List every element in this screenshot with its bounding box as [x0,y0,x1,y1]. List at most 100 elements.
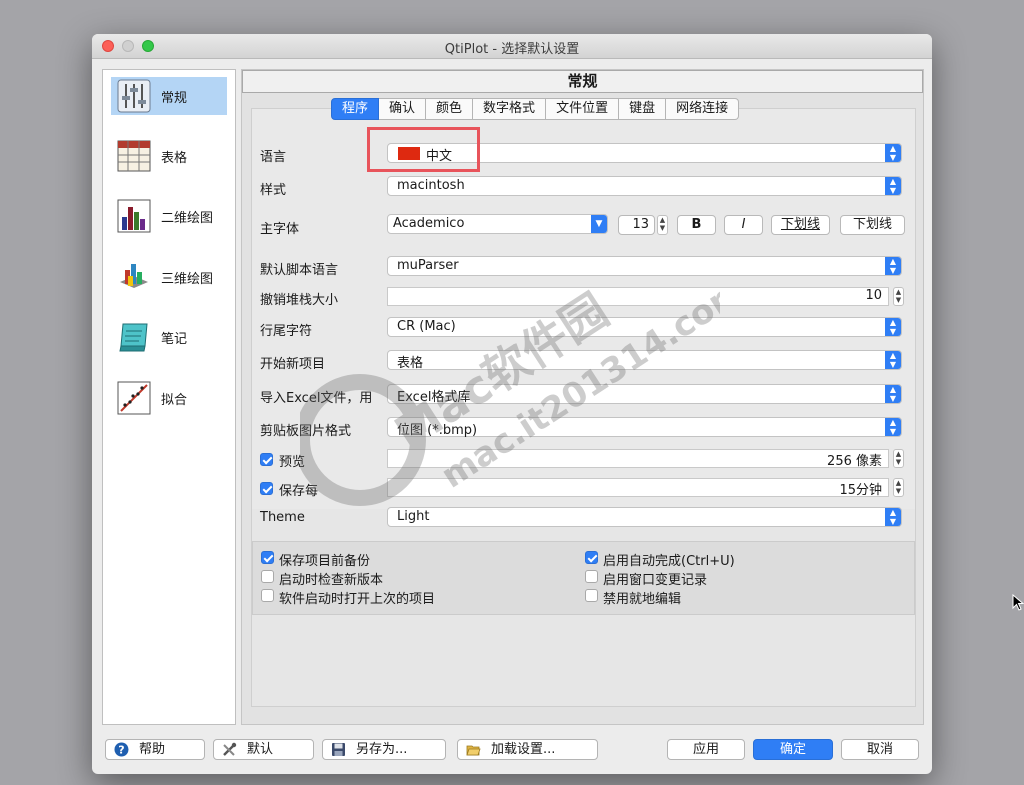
main-font-label: 主字体 [260,222,300,237]
sidebar-item-tables[interactable]: 表格 [111,137,227,175]
preview-size-stepper[interactable]: ▲ ▼ [893,449,904,468]
window-undo-checkbox[interactable] [585,570,598,583]
preview-size-input[interactable]: 256 像素 [387,449,889,469]
title-bar[interactable]: QtiPlot - 选择默认设置 [92,34,932,59]
apply-label: 应用 [692,742,719,757]
updown-arrows-icon: ▲ ▼ [885,385,901,403]
help-button[interactable]: ? 帮助 [105,739,205,760]
fit-curve-icon [117,381,151,415]
import-excel-select[interactable]: Excel格式库 ▲ ▼ [387,384,902,405]
preview-checkbox[interactable] [260,453,273,466]
updown-arrows-icon: ▲ ▼ [885,351,901,369]
tab-colors[interactable]: 颜色 [426,98,474,120]
import-excel-value: Excel格式库 [397,390,471,405]
line-ending-select[interactable]: CR (Mac) ▲ ▼ [387,317,902,337]
autosave-interval-stepper[interactable]: ▲ ▼ [893,478,904,497]
option-label: 软件启动时打开上次的项目 [279,592,436,607]
updown-arrows-icon: ▲ ▼ [885,257,901,275]
autocomplete-checkbox[interactable] [585,551,598,564]
window-title: QtiPlot - 选择默认设置 [444,42,580,57]
underline-button-2[interactable]: 下划线 [840,215,905,235]
mouse-cursor-icon [1012,594,1024,611]
script-language-value: muParser [397,258,459,273]
script-language-select[interactable]: muParser ▲ ▼ [387,256,902,276]
sidebar-item-notes[interactable]: 笔记 [111,318,227,356]
bold-button[interactable]: B [677,215,716,235]
sidebar-item-label: 三维绘图 [161,272,214,287]
undo-stack-input[interactable]: 10 [387,287,889,306]
clipboard-format-label: 剪贴板图片格式 [260,424,352,439]
load-settings-button[interactable]: 加载设置... [457,739,598,760]
tab-confirmations[interactable]: 确认 [379,98,427,120]
cancel-button[interactable]: 取消 [841,739,919,760]
tab-keyboard[interactable]: 键盘 [619,98,667,120]
updown-arrows-icon: ▲ ▼ [885,177,901,195]
preferences-window: QtiPlot - 选择默认设置 常规 表格 二维绘图 三维绘图 笔记 拟合 常… [92,34,932,774]
preview-label: 预览 [279,455,306,470]
style-label: 样式 [260,183,287,198]
open-last-project-checkbox[interactable] [261,589,274,602]
underline-button[interactable]: 下划线 [771,215,830,235]
preview-size-value: 256 像素 [827,454,882,469]
sidebar-item-3d-plots[interactable]: 三维绘图 [111,258,227,296]
category-sidebar: 常规 表格 二维绘图 三维绘图 笔记 拟合 [102,69,236,725]
sidebar-item-fitting[interactable]: 拟合 [111,379,227,417]
svg-text:?: ? [118,744,124,757]
ok-label: 确定 [779,742,806,757]
option-label: 保存项目前备份 [279,554,371,569]
load-settings-label: 加载设置... [491,742,556,757]
defaults-label: 默认 [247,742,274,757]
line-ending-label: 行尾字符 [260,324,313,339]
ok-button[interactable]: 确定 [753,739,833,760]
save-as-button[interactable]: 另存为... [322,739,446,760]
sidebar-item-general[interactable]: 常规 [111,77,227,115]
tab-number-format[interactable]: 数字格式 [473,98,547,120]
highlight-box [367,127,480,172]
defaults-button[interactable]: 默认 [213,739,314,760]
disable-inplace-edit-checkbox[interactable] [585,589,598,602]
backup-before-save-checkbox[interactable] [261,551,274,564]
sidebar-item-label: 笔记 [161,332,188,347]
font-size-stepper[interactable]: ▲ ▼ [657,215,668,235]
theme-select[interactable]: Light ▲ ▼ [387,507,902,527]
clipboard-format-value: 位图 (*.bmp) [397,423,478,438]
undo-stack-label: 撤销堆栈大小 [260,293,339,308]
tools-icon [223,742,237,756]
updown-arrows-icon: ▲ ▼ [885,418,901,436]
font-family-value: Academico [393,216,465,231]
style-value: macintosh [397,178,465,193]
option-label: 启用窗口变更记录 [603,573,708,588]
apply-button[interactable]: 应用 [667,739,745,760]
undo-stack-value: 10 [865,288,882,303]
default-script-label: 默认脚本语言 [260,263,339,278]
font-size-value: 13 [632,217,649,232]
font-family-select[interactable]: Academico ▼ [387,214,608,234]
general-form: 语言 中文 ▲ ▼ 样式 macintosh ▲ ▼ 主字体 Academico ▼ [252,109,915,509]
tab-file-locations[interactable]: 文件位置 [546,98,620,120]
tab-network[interactable]: 网络连接 [666,98,740,120]
font-size-input[interactable]: 13 [618,215,655,235]
theme-value: Light [397,509,430,524]
tab-bar: 程序 确认 颜色 数字格式 文件位置 键盘 网络连接 [331,98,740,120]
italic-button[interactable]: I [724,215,763,235]
new-project-select[interactable]: 表格 ▲ ▼ [387,350,902,371]
line-ending-value: CR (Mac) [397,319,456,334]
check-updates-checkbox[interactable] [261,570,274,583]
undo-stack-stepper[interactable]: ▲ ▼ [893,287,904,306]
autosave-interval-value: 15分钟 [839,483,882,498]
theme-label: Theme [260,510,305,525]
sidebar-item-2d-plots[interactable]: 二维绘图 [111,197,227,235]
tab-program[interactable]: 程序 [331,98,380,120]
table-icon [117,140,151,172]
option-label: 禁用就地编辑 [603,592,682,607]
new-project-value: 表格 [397,356,424,371]
options-group: 保存项目前备份 启动时检查新版本 软件启动时打开上次的项目 启用自动完成(Ctr… [252,541,915,615]
autosave-interval-input[interactable]: 15分钟 [387,478,889,498]
updown-arrows-icon: ▲ ▼ [885,508,901,526]
style-select[interactable]: macintosh ▲ ▼ [387,176,902,196]
clipboard-format-select[interactable]: 位图 (*.bmp) ▲ ▼ [387,417,902,438]
import-excel-label: 导入Excel文件，用 [260,391,373,406]
autosave-checkbox[interactable] [260,482,273,495]
page-title: 常规 [242,70,923,93]
notebook-icon [119,323,148,352]
